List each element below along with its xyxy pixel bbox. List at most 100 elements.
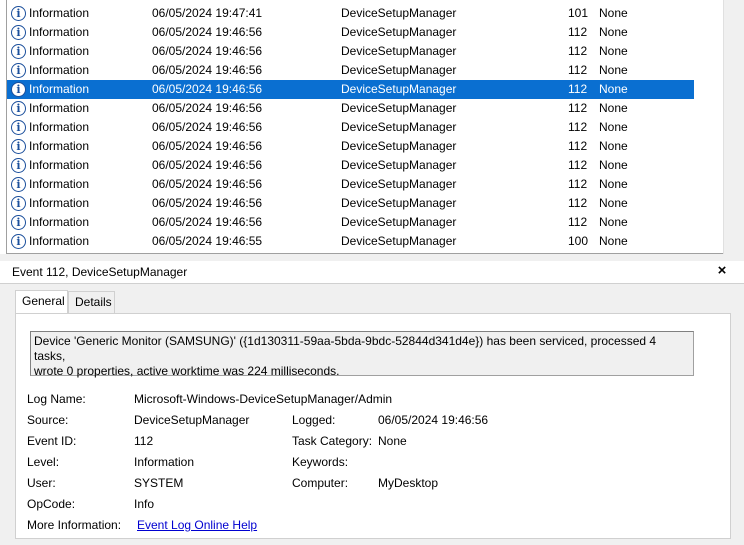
- info-icon: [11, 25, 26, 40]
- pane-splitter[interactable]: [0, 254, 744, 261]
- tab-details[interactable]: Details: [68, 291, 115, 313]
- row-task-category: None: [599, 139, 628, 153]
- info-icon: [11, 215, 26, 230]
- log-name-label: Log Name:: [27, 392, 86, 406]
- row-level: Information: [29, 82, 90, 96]
- event-message-line: wrote 0 properties, active worktime was …: [34, 364, 340, 378]
- info-icon: [11, 63, 26, 78]
- row-level: Information: [29, 6, 90, 20]
- user-value: SYSTEM: [134, 476, 184, 490]
- row-event-id: 112: [568, 63, 588, 77]
- row-event-id: 112: [568, 101, 588, 115]
- user-label: User:: [27, 476, 56, 490]
- detail-title: Event 112, DeviceSetupManager: [12, 265, 188, 279]
- row-task-category: None: [599, 158, 628, 172]
- row-source: DeviceSetupManager: [341, 63, 457, 77]
- row-event-id: 112: [568, 82, 588, 96]
- row-level: Information: [29, 63, 90, 77]
- more-info-label: More Information:: [27, 518, 122, 532]
- event-detail-pane: Event 112, DeviceSetupManager × General …: [0, 261, 744, 545]
- level-value: Information: [134, 455, 195, 469]
- row-event-id: 112: [568, 25, 588, 39]
- info-icon: [11, 101, 26, 116]
- row-task-category: None: [599, 120, 628, 134]
- info-icon: [11, 139, 26, 154]
- computer-value: MyDesktop: [378, 476, 439, 490]
- computer-label: Computer:: [292, 476, 349, 490]
- event-row-selected[interactable]: Information 06/05/2024 19:46:56 DeviceSetu…: [7, 80, 694, 99]
- info-icon: [11, 196, 26, 211]
- row-source: DeviceSetupManager: [341, 234, 457, 248]
- row-source: DeviceSetupManager: [341, 177, 457, 191]
- row-event-id: 112: [568, 196, 588, 210]
- keywords-label: Keywords:: [292, 455, 349, 469]
- event-row[interactable]: Information 06/05/2024 19:46:56 DeviceSetu…: [7, 175, 694, 194]
- row-event-id: 112: [568, 215, 588, 229]
- info-icon: [11, 120, 26, 135]
- logged-value: 06/05/2024 19:46:56: [378, 413, 489, 427]
- close-icon[interactable]: ×: [714, 262, 730, 280]
- row-level: Information: [29, 139, 90, 153]
- detail-header: Event 112, DeviceSetupManager ×: [0, 261, 744, 284]
- row-task-category: None: [599, 177, 628, 191]
- event-log-online-help-link[interactable]: Event Log Online Help: [137, 518, 257, 532]
- row-level: Information: [29, 177, 90, 191]
- event-id-label: Event ID:: [27, 434, 77, 448]
- event-row[interactable]: Information 06/05/2024 19:46:56 DeviceSetu…: [7, 213, 694, 232]
- row-date: 06/05/2024 19:46:56: [152, 25, 263, 39]
- row-source: DeviceSetupManager: [341, 6, 457, 20]
- opcode-label: OpCode:: [27, 497, 76, 511]
- tab-general[interactable]: General: [15, 290, 68, 314]
- event-list[interactable]: Information 06/05/2024 19:47:41 DeviceSetu…: [6, 0, 724, 254]
- row-event-id: 112: [568, 44, 588, 58]
- info-icon: [11, 158, 26, 173]
- row-task-category: None: [599, 63, 628, 77]
- event-list-scrollbar[interactable]: [723, 0, 744, 254]
- info-icon: [11, 82, 26, 97]
- info-icon: [11, 44, 26, 59]
- row-source: DeviceSetupManager: [341, 215, 457, 229]
- event-row[interactable]: Information 06/05/2024 19:46:56 DeviceSetu…: [7, 23, 694, 42]
- row-event-id: 112: [568, 177, 588, 191]
- log-name-value: Microsoft-Windows-DeviceSetupManager/Adm…: [134, 392, 393, 406]
- row-source: DeviceSetupManager: [341, 158, 457, 172]
- row-source: DeviceSetupManager: [341, 120, 457, 134]
- level-label: Level:: [27, 455, 60, 469]
- event-row[interactable]: Information 06/05/2024 19:46:56 DeviceSetu…: [7, 194, 694, 213]
- row-task-category: None: [599, 82, 628, 96]
- row-level: Information: [29, 196, 90, 210]
- info-icon: [11, 234, 26, 249]
- row-date: 06/05/2024 19:46:56: [152, 215, 263, 229]
- row-source: DeviceSetupManager: [341, 82, 457, 96]
- row-date: 06/05/2024 19:46:56: [152, 101, 263, 115]
- event-message[interactable]: Device 'Generic Monitor (SAMSUNG)' ({1d1…: [30, 331, 694, 378]
- event-row[interactable]: Information 06/05/2024 19:46:56 DeviceSetu…: [7, 42, 694, 61]
- row-date: 06/05/2024 19:46:56: [152, 196, 263, 210]
- row-event-id: 112: [568, 120, 588, 134]
- row-event-id: 112: [568, 139, 588, 153]
- event-row[interactable]: Information 06/05/2024 19:46:56 DeviceSetu…: [7, 118, 694, 137]
- row-source: DeviceSetupManager: [341, 101, 457, 115]
- row-event-id: 101: [568, 6, 589, 20]
- row-date: 06/05/2024 19:46:56: [152, 177, 263, 191]
- row-date: 06/05/2024 19:46:56: [152, 63, 263, 77]
- row-level: Information: [29, 44, 90, 58]
- event-row[interactable]: Information 06/05/2024 19:46:56 DeviceSetu…: [7, 137, 694, 156]
- row-task-category: None: [599, 101, 628, 115]
- event-row[interactable]: Information 06/05/2024 19:46:55 DeviceSetu…: [7, 232, 694, 251]
- row-event-id: 100: [568, 234, 589, 248]
- event-row[interactable]: Information 06/05/2024 19:46:56 DeviceSetu…: [7, 99, 694, 118]
- event-row[interactable]: Information 06/05/2024 19:46:56 DeviceSetu…: [7, 156, 694, 175]
- row-date: 06/05/2024 19:46:55: [152, 234, 263, 248]
- row-task-category: None: [599, 234, 628, 248]
- row-level: Information: [29, 158, 90, 172]
- row-event-id: 112: [568, 158, 588, 172]
- row-task-category: None: [599, 25, 628, 39]
- row-level: Information: [29, 25, 90, 39]
- event-message-line: Device 'Generic Monitor (SAMSUNG)' ({1d1…: [34, 334, 657, 363]
- row-task-category: None: [599, 215, 628, 229]
- row-level: Information: [29, 234, 90, 248]
- event-row[interactable]: Information 06/05/2024 19:47:41 DeviceSetu…: [7, 4, 694, 23]
- event-row[interactable]: Information 06/05/2024 19:46:56 DeviceSetu…: [7, 61, 694, 80]
- source-value: DeviceSetupManager: [134, 413, 250, 427]
